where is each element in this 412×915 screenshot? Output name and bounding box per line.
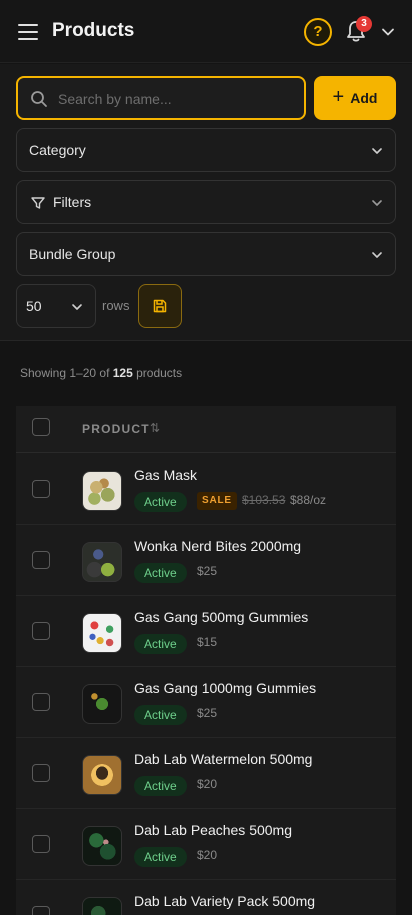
- product-price: $25: [197, 706, 218, 720]
- filters-select-label: Filters: [53, 194, 92, 210]
- row-checkbox[interactable]: [32, 693, 50, 711]
- category-select[interactable]: Category: [16, 128, 396, 172]
- status-badge: Active: [134, 705, 187, 725]
- status-badge: Active: [134, 847, 187, 867]
- hamburger-menu-icon[interactable]: [18, 24, 38, 40]
- product-thumbnail: [82, 471, 122, 511]
- plus-icon: +: [332, 86, 345, 108]
- sort-icon[interactable]: ⇅: [150, 421, 160, 435]
- product-name[interactable]: Wonka Nerd Bites 2000mg: [134, 538, 301, 554]
- bundle-group-select-label: Bundle Group: [29, 246, 116, 262]
- row-checkbox[interactable]: [32, 480, 50, 498]
- rows-per-page-select[interactable]: 50: [16, 284, 96, 328]
- status-badge: Active: [134, 563, 187, 583]
- product-name[interactable]: Gas Gang 500mg Gummies: [134, 609, 308, 625]
- top-app-bar: Products ? 3: [0, 0, 412, 63]
- product-price: $20: [197, 777, 218, 791]
- row-checkbox[interactable]: [32, 835, 50, 853]
- row-checkbox[interactable]: [32, 906, 50, 915]
- product-price: $25: [197, 564, 218, 578]
- filters-select[interactable]: Filters: [16, 180, 396, 224]
- table-row[interactable]: Dab Lab Peaches 500mg Active $20: [16, 809, 396, 880]
- search-icon: [31, 91, 47, 107]
- table-row[interactable]: Dab Lab Watermelon 500mg Active $20: [16, 738, 396, 809]
- account-chevron-down-icon[interactable]: [380, 24, 396, 40]
- row-checkbox[interactable]: [32, 551, 50, 569]
- column-header-product[interactable]: PRODUCT: [82, 422, 150, 436]
- add-product-button[interactable]: + Add: [314, 76, 396, 120]
- rows-label: rows: [102, 298, 130, 313]
- select-all-checkbox[interactable]: [32, 418, 50, 436]
- table-row[interactable]: Gas Mask Active SALE $103.53 $88/oz: [16, 454, 396, 525]
- chevron-down-icon: [372, 200, 382, 206]
- save-icon: [153, 299, 167, 313]
- help-icon[interactable]: ?: [304, 18, 332, 46]
- original-price: $103.53: [242, 493, 286, 507]
- notification-badge: 3: [356, 16, 372, 32]
- products-table: PRODUCT ⇅ Gas Mask Active SALE $103.53 $…: [16, 406, 396, 915]
- search-input[interactable]: [58, 88, 298, 110]
- rows-per-page-value: 50: [26, 298, 42, 314]
- product-thumbnail: [82, 613, 122, 653]
- add-button-label: Add: [350, 90, 378, 106]
- table-row[interactable]: Wonka Nerd Bites 2000mg Active $25: [16, 525, 396, 596]
- row-checkbox[interactable]: [32, 622, 50, 640]
- table-row[interactable]: Gas Gang 500mg Gummies Active $15: [16, 596, 396, 667]
- product-price: $20: [197, 848, 218, 862]
- search-box[interactable]: [16, 76, 306, 120]
- table-row[interactable]: Gas Gang 1000mg Gummies Active $25: [16, 667, 396, 738]
- results-summary: Showing 1–20 of 125 products: [20, 366, 183, 380]
- status-badge: Active: [134, 492, 187, 512]
- product-name[interactable]: Dab Lab Peaches 500mg: [134, 822, 292, 838]
- chevron-down-icon: [72, 304, 82, 310]
- product-thumbnail: [82, 826, 122, 866]
- table-row[interactable]: Dab Lab Variety Pack 500mg: [16, 880, 396, 915]
- row-checkbox[interactable]: [32, 764, 50, 782]
- product-thumbnail: [82, 542, 122, 582]
- table-header: PRODUCT ⇅: [16, 406, 396, 453]
- product-name[interactable]: Dab Lab Variety Pack 500mg: [134, 893, 315, 909]
- bundle-group-select[interactable]: Bundle Group: [16, 232, 396, 276]
- filters-panel: + Add Category Filters Bundle Group 50 r…: [0, 64, 412, 341]
- save-view-button[interactable]: [138, 284, 182, 328]
- chevron-down-icon: [372, 148, 382, 154]
- sale-badge: SALE: [197, 492, 237, 510]
- status-badge: Active: [134, 634, 187, 654]
- status-badge: Active: [134, 776, 187, 796]
- product-name[interactable]: Gas Mask: [134, 467, 197, 483]
- product-thumbnail: [82, 684, 122, 724]
- product-thumbnail: [82, 755, 122, 795]
- product-price: $15: [197, 635, 218, 649]
- product-name[interactable]: Dab Lab Watermelon 500mg: [134, 751, 312, 767]
- chevron-down-icon: [372, 252, 382, 258]
- product-price: $88/oz: [290, 493, 327, 507]
- filter-funnel-icon: [31, 197, 45, 209]
- category-select-label: Category: [29, 142, 86, 158]
- product-thumbnail: [82, 897, 122, 915]
- product-name[interactable]: Gas Gang 1000mg Gummies: [134, 680, 316, 696]
- page-title: Products: [52, 20, 135, 41]
